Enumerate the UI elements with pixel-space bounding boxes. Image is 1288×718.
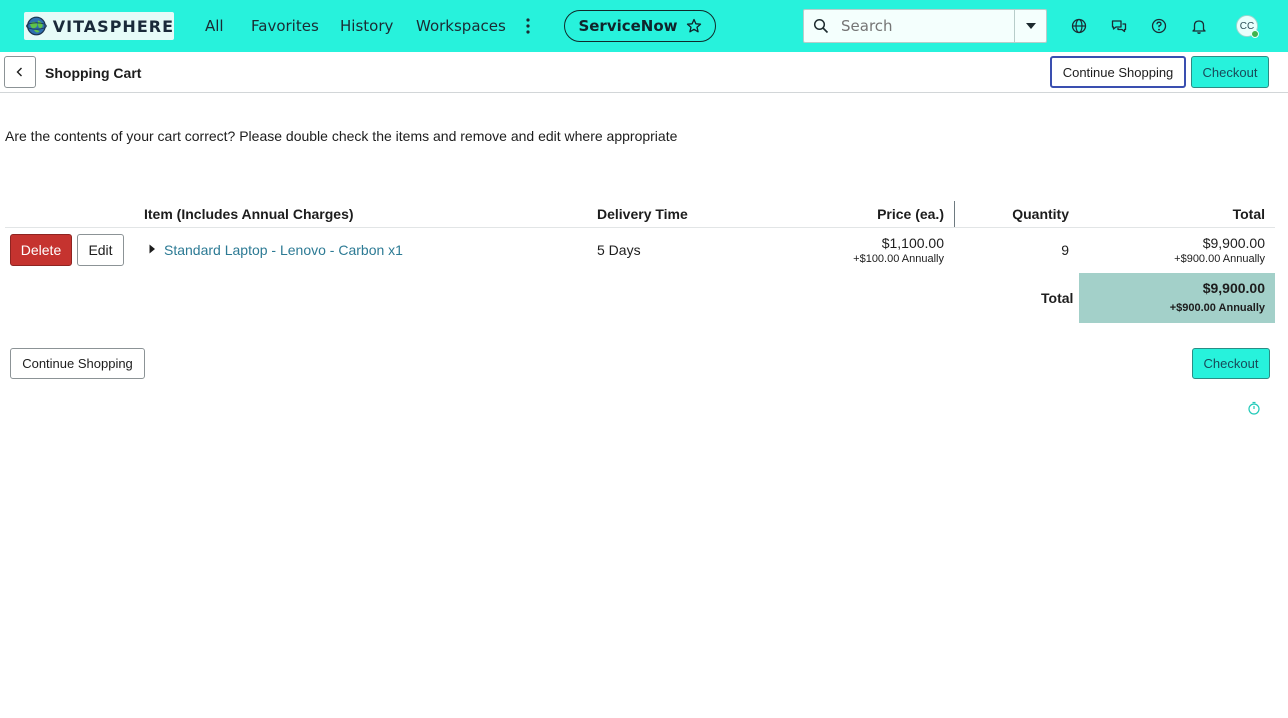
header-continue-shopping-button[interactable]: Continue Shopping (1050, 56, 1186, 88)
grand-total-cell: $9,900.00 +$900.00 Annually (1079, 273, 1275, 323)
item-name-link[interactable]: Standard Laptop - Lenovo - Carbon x1 (164, 242, 403, 258)
column-resize-handle[interactable] (954, 201, 955, 227)
nav-all[interactable]: All (205, 0, 224, 52)
header-divider (5, 227, 1275, 228)
column-header-delivery: Delivery Time (597, 206, 688, 222)
item-delivery-time: 5 Days (597, 242, 641, 258)
caret-right-icon[interactable] (148, 244, 156, 254)
status-dot (1251, 30, 1259, 38)
column-header-quantity: Quantity (1012, 206, 1069, 222)
grand-total-label: Total (1041, 290, 1074, 306)
item-price-annual: +$100.00 Annually (853, 253, 944, 265)
search-icon (813, 18, 829, 34)
column-header-item: Item (Includes Annual Charges) (144, 206, 354, 222)
item-total: $9,900.00 (1202, 235, 1265, 251)
edit-item-button[interactable]: Edit (77, 234, 124, 266)
search-divider (1014, 10, 1015, 42)
logo-text: VITASPHERE (52, 16, 174, 36)
page-header: Shopping Cart Continue Shopping Checkout (0, 52, 1288, 93)
nav-history[interactable]: History (340, 0, 393, 52)
stopwatch-icon[interactable] (1247, 401, 1261, 415)
search-input[interactable] (839, 11, 1009, 41)
chat-icon[interactable] (1110, 17, 1128, 35)
item-total-annual: +$900.00 Annually (1174, 253, 1265, 265)
app-context-pill[interactable]: ServiceNow (564, 10, 716, 42)
grand-total-amount: $9,900.00 (1202, 280, 1265, 296)
item-price: $1,100.00 (881, 235, 944, 251)
globe-icon[interactable] (1070, 17, 1088, 35)
column-header-total: Total (1232, 206, 1265, 222)
footer-continue-shopping-button[interactable]: Continue Shopping (10, 348, 145, 379)
column-header-price: Price (ea.) (877, 206, 944, 222)
page-title: Shopping Cart (45, 65, 142, 81)
grand-total-annual: +$900.00 Annually (1169, 302, 1265, 314)
globe-logo-icon (26, 16, 47, 36)
delete-item-button[interactable]: Delete (10, 234, 72, 266)
chevron-left-icon (16, 67, 22, 77)
cart-instructions: Are the contents of your cart correct? P… (5, 128, 678, 144)
global-search (803, 9, 1047, 43)
item-quantity: 9 (1061, 242, 1069, 258)
chevron-down-icon[interactable] (1024, 21, 1038, 31)
more-vertical-icon[interactable] (522, 17, 534, 35)
company-logo[interactable]: VITASPHERE (24, 12, 174, 40)
app-context-label: ServiceNow (578, 17, 678, 35)
top-navigation-bar: VITASPHERE All Favorites History Workspa… (0, 0, 1288, 52)
help-icon[interactable] (1150, 17, 1168, 35)
nav-favorites[interactable]: Favorites (251, 0, 319, 52)
back-button[interactable] (4, 56, 36, 88)
footer-checkout-button[interactable]: Checkout (1192, 348, 1270, 379)
star-icon[interactable] (686, 18, 702, 34)
nav-workspaces[interactable]: Workspaces (416, 0, 506, 52)
bell-icon[interactable] (1190, 17, 1208, 35)
header-checkout-button[interactable]: Checkout (1191, 56, 1269, 88)
